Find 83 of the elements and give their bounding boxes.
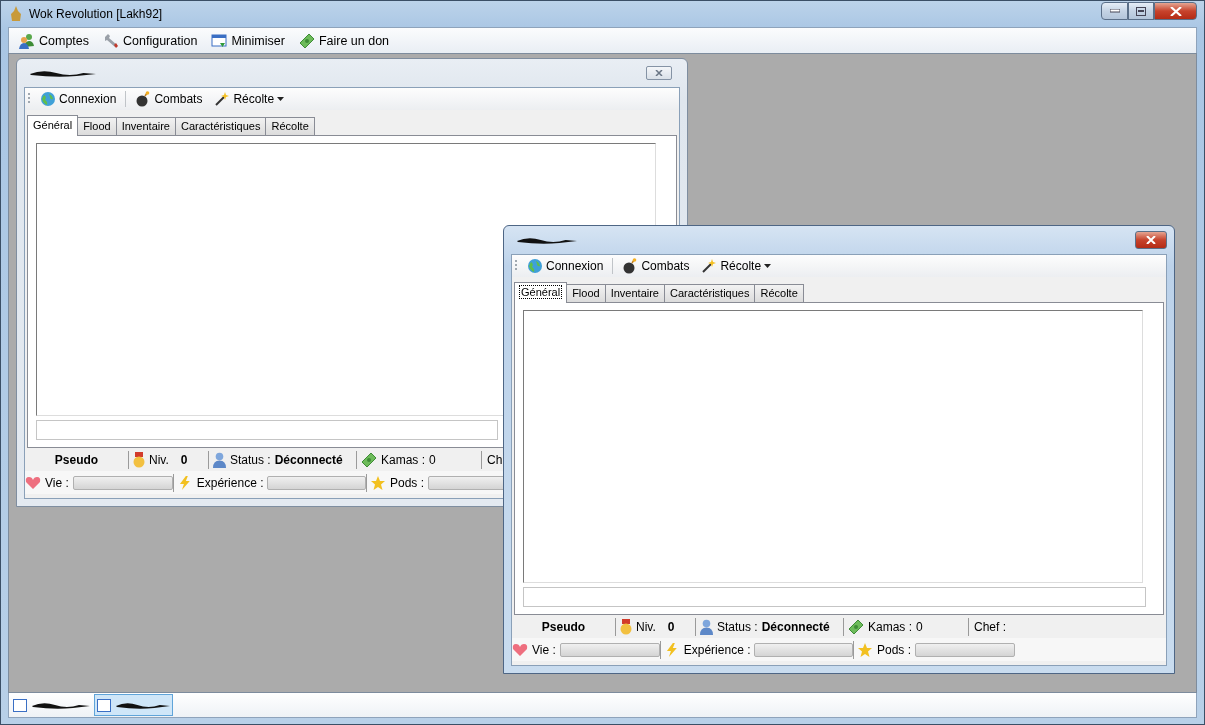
- maximize-button[interactable]: [1128, 2, 1154, 20]
- chef-label: Chef :: [974, 619, 1006, 634]
- window-title: Wok Revolution [Lakh92]: [29, 7, 163, 21]
- window-icon: [13, 698, 27, 712]
- tab[interactable]: Récolte: [265, 117, 315, 135]
- input-field[interactable]: [523, 587, 1146, 607]
- pseudo-label: Pseudo: [541, 619, 586, 634]
- input-field[interactable]: [36, 420, 498, 440]
- gauge-label: Pods :: [390, 475, 425, 490]
- heart-icon: [25, 475, 41, 490]
- menu-item[interactable]: Faire un don: [298, 32, 390, 49]
- magic-wand-icon: [701, 258, 718, 274]
- toolbar-dropdown[interactable]: Récolte: [211, 91, 288, 107]
- pseudo-label: Pseudo: [54, 452, 99, 467]
- gauge-label: Pods :: [877, 642, 912, 657]
- menu-item[interactable]: Comptes: [19, 32, 90, 49]
- gauge-label: Expérience :: [683, 642, 751, 657]
- toolbar-button[interactable]: Combats: [132, 91, 206, 107]
- gauge-label: Vie :: [45, 475, 69, 490]
- kamas-label: Kamas :: [381, 452, 425, 467]
- medal-icon: [133, 451, 145, 468]
- star-icon: [857, 641, 873, 658]
- chef-label: Ch: [487, 452, 503, 467]
- status-value: Déconnecté: [761, 619, 830, 634]
- window-icon: [97, 698, 111, 712]
- tab[interactable]: Caractéristiques: [664, 284, 756, 302]
- magic-wand-icon: [214, 91, 231, 107]
- close-icon: [655, 70, 663, 76]
- level-value: 0: [180, 452, 188, 467]
- status-label: Status :: [230, 452, 271, 467]
- minimize-icon: [1109, 9, 1120, 13]
- bomb-icon: [622, 258, 639, 274]
- person-icon: [700, 618, 713, 635]
- toolbar-button[interactable]: Connexion: [37, 91, 120, 107]
- globe-icon: [40, 91, 56, 107]
- kamas-label: Kamas :: [868, 619, 912, 634]
- tab[interactable]: Flood: [566, 284, 606, 302]
- close-icon: [1169, 6, 1182, 16]
- status-label: Status :: [717, 619, 758, 634]
- window-icon: [211, 32, 228, 49]
- caret-icon: [277, 97, 285, 101]
- minimize-button[interactable]: [1101, 2, 1128, 20]
- person-icon: [213, 451, 226, 468]
- close-button[interactable]: [1154, 2, 1197, 20]
- tab[interactable]: Flood: [77, 117, 117, 135]
- window-tab[interactable]: [94, 694, 173, 716]
- star-icon: [370, 474, 386, 491]
- close-button[interactable]: [646, 66, 672, 80]
- gauge-label: Vie :: [532, 642, 556, 657]
- app-icon: [9, 6, 23, 22]
- close-button[interactable]: [1135, 231, 1167, 249]
- grip-icon: [515, 259, 518, 273]
- toolbar-button[interactable]: Combats: [619, 258, 693, 274]
- globe-icon: [527, 258, 543, 274]
- kamas-value: 0: [429, 452, 436, 467]
- toolbar-button[interactable]: Connexion: [524, 258, 607, 274]
- menu-item[interactable]: Minimiser: [211, 32, 285, 49]
- bomb-icon: [135, 91, 152, 107]
- close-icon: [1146, 236, 1156, 244]
- level-label: Niv.: [636, 619, 656, 634]
- tab[interactable]: Général: [514, 282, 568, 303]
- maximize-icon: [1136, 6, 1146, 16]
- toolbar-dropdown[interactable]: Récolte: [698, 258, 775, 274]
- heart-icon: [512, 642, 528, 657]
- level-value: 0: [667, 619, 675, 634]
- tab[interactable]: Caractéristiques: [175, 117, 267, 135]
- medal-icon: [620, 618, 632, 635]
- caret-icon: [764, 264, 772, 268]
- money-icon: [848, 618, 864, 635]
- tab[interactable]: Inventaire: [604, 284, 665, 302]
- money-icon: [298, 32, 315, 49]
- users-icon: [19, 32, 35, 49]
- kamas-value: 0: [916, 619, 923, 634]
- gauge-label: Expérience :: [196, 475, 264, 490]
- tab[interactable]: Inventaire: [115, 117, 176, 135]
- money-icon: [361, 451, 377, 468]
- status-value: Déconnecté: [274, 452, 343, 467]
- level-label: Niv.: [149, 452, 169, 467]
- tab[interactable]: Général: [27, 115, 79, 136]
- grip-icon: [28, 92, 31, 106]
- menu-item[interactable]: Configuration: [103, 32, 198, 49]
- wrench-icon: [103, 32, 120, 49]
- tab[interactable]: Récolte: [754, 284, 804, 302]
